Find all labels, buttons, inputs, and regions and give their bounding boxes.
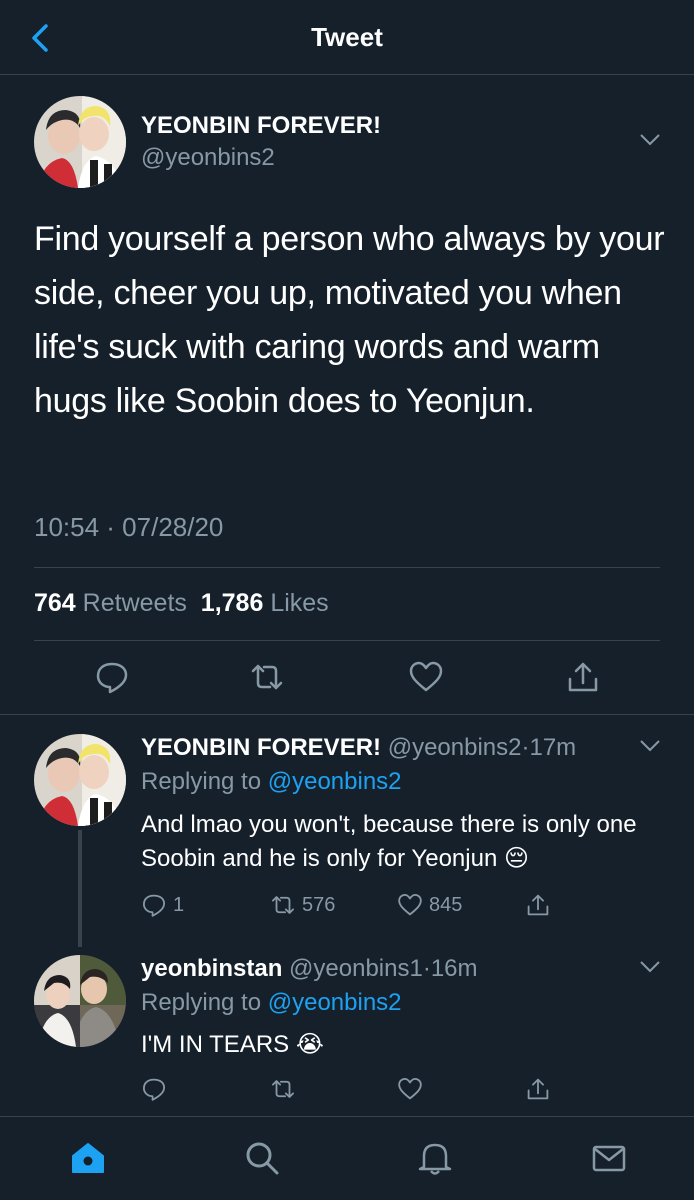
replying-to: Replying to @yeonbins2 [141,768,402,796]
share-button[interactable] [525,1075,551,1103]
likes-count[interactable]: 1,786 [201,589,264,617]
chevron-down-icon[interactable] [638,957,662,977]
like-icon [398,893,422,916]
retweet-icon [271,1080,295,1098]
chevron-down-icon[interactable] [638,130,662,150]
retweet-icon[interactable] [249,659,285,695]
tweet-timestamp: 10:54 · 07/28/20 [34,512,224,542]
reply-text: I'M IN TEARS 😭 [141,1031,324,1058]
reply-author-handle[interactable]: @yeonbins1 [289,955,423,982]
replying-to: Replying to @yeonbins2 [141,989,402,1017]
reply-text: And lmao you won't, because there is onl… [141,811,637,872]
retweet-icon [271,896,295,914]
divider [0,714,694,715]
reply-time: 17m [529,734,577,761]
replying-to-label: Replying to [141,768,262,795]
like-button[interactable]: 845 [397,891,462,919]
reply-count: 1 [173,893,185,916]
retweet-button[interactable] [270,1075,296,1103]
tweet-text: Find yourself a person who always by you… [34,220,665,420]
replying-to-label: Replying to [141,989,262,1016]
share-button[interactable] [525,891,551,919]
reply-icon [142,1078,166,1101]
reply-header: yeonbinstan @yeonbins1·16m [141,955,478,983]
reply-icon[interactable] [94,659,130,695]
bottom-nav [0,1116,694,1200]
page-title: Tweet [311,22,383,52]
share-icon [527,894,549,916]
retweet-count: 576 [302,893,336,916]
divider [34,640,660,641]
replying-to-link[interactable]: @yeonbins2 [268,768,402,795]
like-icon [398,1077,422,1100]
retweet-button[interactable]: 576 [270,891,335,919]
replying-to-link[interactable]: @yeonbins2 [268,989,402,1016]
reply-button[interactable]: 1 [141,891,184,919]
retweets-label[interactable]: Retweets [83,589,187,617]
tweet-stats: 764 Retweets 1,786 Likes [34,589,329,618]
reply-icon [142,894,166,917]
likes-label[interactable]: Likes [270,589,328,617]
home-icon[interactable] [69,1139,107,1177]
avatar[interactable] [34,734,126,826]
reply-author-name[interactable]: YEONBIN FOREVER! [141,734,381,761]
reply-author-handle[interactable]: @yeonbins2 [388,734,522,761]
search-icon[interactable] [243,1139,281,1177]
avatar[interactable] [34,96,126,188]
thread-line [78,830,82,947]
share-icon [527,1078,549,1100]
tweet-detail-screen: Tweet YEONBIN FOREVER! @yeonbins2 Find y… [0,0,694,1200]
messages-icon[interactable] [590,1139,628,1177]
like-icon[interactable] [408,659,444,695]
avatar[interactable] [34,955,126,1047]
reply-separator: · [422,955,431,982]
author-name[interactable]: YEONBIN FOREVER! [141,112,381,140]
author-handle[interactable]: @yeonbins2 [141,144,275,172]
like-count: 845 [429,893,463,916]
header: Tweet [0,0,694,75]
share-icon[interactable] [565,659,601,695]
divider [34,567,660,568]
chevron-down-icon[interactable] [638,736,662,756]
reply-time: 16m [430,955,478,982]
retweets-count[interactable]: 764 [34,589,76,617]
like-button[interactable] [397,1075,423,1103]
notifications-icon[interactable] [416,1139,454,1177]
reply-header: YEONBIN FOREVER! @yeonbins2·17m [141,734,576,762]
reply-author-name[interactable]: yeonbinstan [141,955,282,982]
reply-button[interactable] [141,1075,167,1103]
